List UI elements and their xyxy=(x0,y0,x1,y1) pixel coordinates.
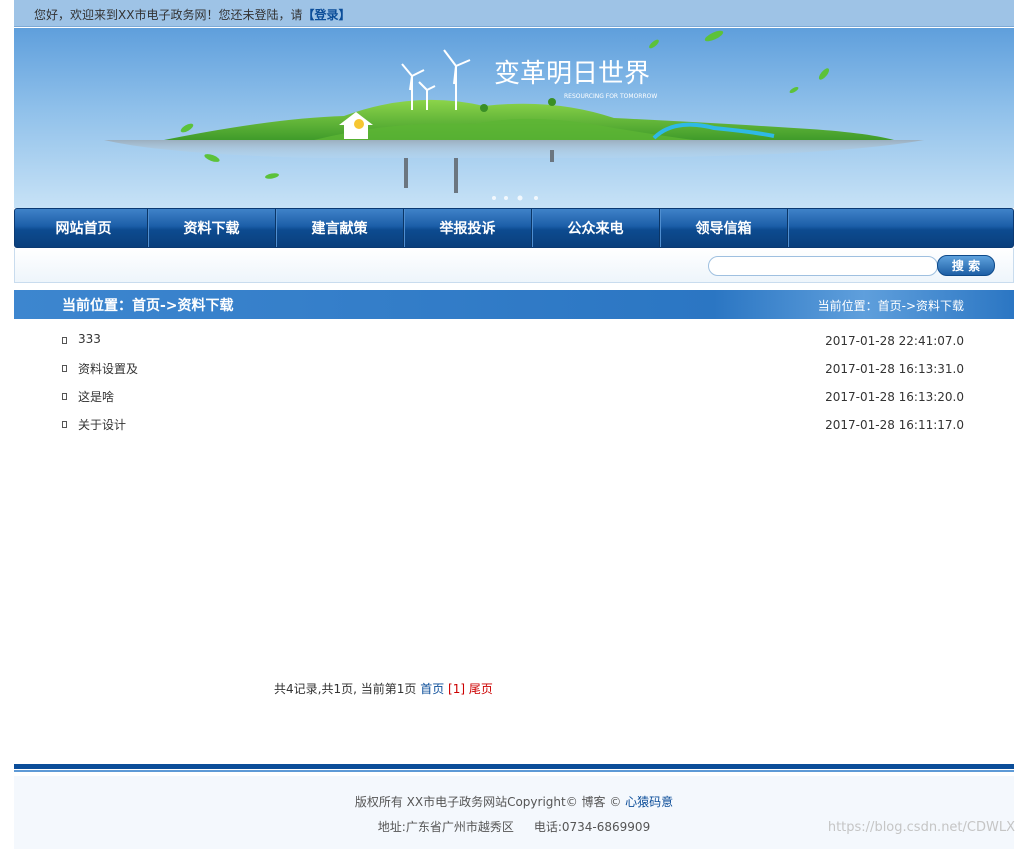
bullet-icon xyxy=(62,393,67,400)
footer-divider-thin xyxy=(14,770,1014,772)
nav-item-downloads[interactable]: 资料下载 xyxy=(148,209,276,247)
list-item: 333 2017-01-28 22:41:07.0 xyxy=(62,328,964,356)
banner-slogan: 变革明日世界 xyxy=(494,59,650,89)
pagination-summary: 共4记录,共1页, 当前第1页 xyxy=(274,682,417,696)
nav-item-leader-mailbox[interactable]: 领导信箱 xyxy=(660,209,788,247)
footer-copyright: 版权所有 XX市电子政务网站Copyright© 博客 © 心猿码意 xyxy=(14,793,1014,810)
page-title: 当前位置：首页->资料下载 xyxy=(62,298,234,314)
list-item-time: 2017-01-28 22:41:07.0 xyxy=(825,334,964,348)
banner-slogan-sub: RESOURCING FOR TOMORROW xyxy=(564,93,657,100)
top-bar: 您好，欢迎来到XX市电子政务网！您还未登陆，请【登录】 xyxy=(14,0,1014,27)
greeting-label: 您好，欢迎来到XX市电子政务网！您还未登陆，请 xyxy=(34,8,303,22)
footer-phone: 电话:0734-6869909 xyxy=(533,820,651,834)
header-banner: 变革明日世界 RESOURCING FOR TOMORROW xyxy=(14,28,1014,208)
nav-item-suggestions[interactable]: 建言献策 xyxy=(276,209,404,247)
bullet-icon xyxy=(62,421,67,428)
author-link[interactable]: 心猿码意 xyxy=(625,795,673,809)
last-page-link[interactable]: 尾页 xyxy=(469,682,493,696)
list-item: 关于设计 2017-01-28 16:11:17.0 xyxy=(62,412,964,440)
list-item: 资料设置及 2017-01-28 16:13:31.0 xyxy=(62,356,964,384)
nav-item-home[interactable]: 网站首页 xyxy=(20,209,148,247)
banner-illustration: 变革明日世界 RESOURCING FOR TOMORROW xyxy=(104,30,924,201)
current-page: [1] xyxy=(448,682,466,696)
nav-item-reports[interactable]: 举报投诉 xyxy=(404,209,532,247)
footer: 版权所有 XX市电子政务网站Copyright© 博客 © 心猿码意 地址:广东… xyxy=(14,776,1014,849)
list-item: 这是啥 2017-01-28 16:13:20.0 xyxy=(62,384,964,412)
list-item-title[interactable]: 资料设置及 xyxy=(78,360,138,377)
footer-divider xyxy=(14,764,1014,769)
search-button[interactable]: 搜 索 xyxy=(937,255,995,276)
download-list: 333 2017-01-28 22:41:07.0 资料设置及 2017-01-… xyxy=(62,328,964,440)
first-page-link[interactable]: 首页 xyxy=(420,682,444,696)
list-item-title[interactable]: 333 xyxy=(78,332,101,346)
list-item-title[interactable]: 这是啥 xyxy=(78,388,114,405)
main-nav: 网站首页 资料下载 建言献策 举报投诉 公众来电 领导信箱 xyxy=(14,208,1014,248)
copyright-text: 版权所有 XX市电子政务网站Copyright© 博客 © xyxy=(354,795,622,809)
breadcrumb: 当前位置：首页->资料下载 xyxy=(817,299,964,313)
pagination: 共4记录,共1页, 当前第1页 首页 [1] 尾页 xyxy=(274,680,493,697)
list-item-title[interactable]: 关于设计 xyxy=(78,416,126,433)
list-item-time: 2017-01-28 16:13:20.0 xyxy=(825,390,964,404)
location-bar: 当前位置：首页->资料下载 当前位置：首页->资料下载 xyxy=(14,290,1014,319)
greeting-text: 您好，欢迎来到XX市电子政务网！您还未登陆，请【登录】 xyxy=(34,6,350,23)
bullet-icon xyxy=(62,365,67,372)
footer-address: 地址:广东省广州市越秀区 xyxy=(377,820,514,834)
watermark-text: https://blog.csdn.net/CDWLX xyxy=(827,820,1015,835)
search-bar: 搜 索 xyxy=(14,248,1014,283)
list-item-time: 2017-01-28 16:13:31.0 xyxy=(825,362,964,376)
nav-item-public-calls[interactable]: 公众来电 xyxy=(532,209,660,247)
list-item-time: 2017-01-28 16:11:17.0 xyxy=(825,418,964,432)
search-input[interactable] xyxy=(708,256,938,276)
bullet-icon xyxy=(62,337,67,344)
login-link[interactable]: 【登录】 xyxy=(302,8,350,22)
